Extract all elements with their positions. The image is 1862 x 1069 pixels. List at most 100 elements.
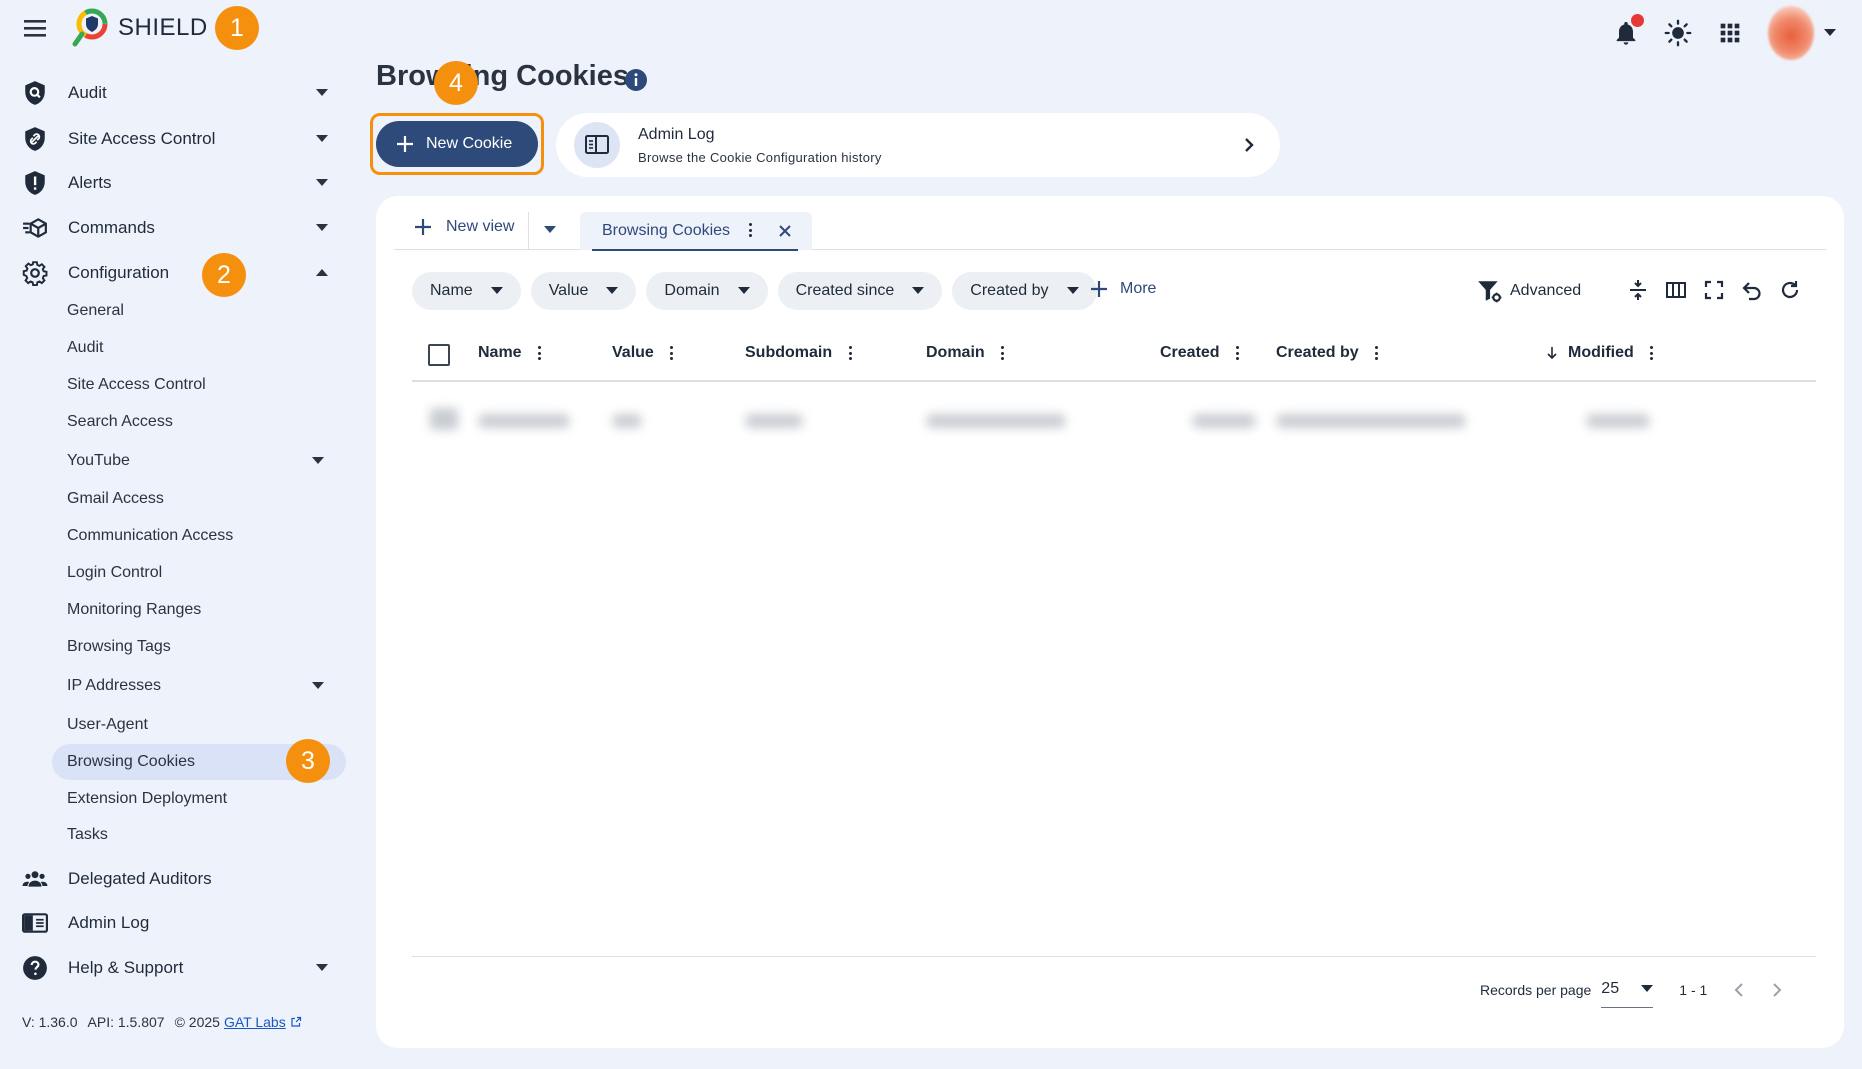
sidebar-sub-extension-deployment[interactable]: Extension Deployment <box>52 781 346 817</box>
sidebar-sub-youtube[interactable]: YouTube <box>52 443 346 479</box>
sidebar-item-site-access-control[interactable]: Site Access Control <box>22 120 340 158</box>
column-menu-icon[interactable] <box>848 346 852 360</box>
apps-grid-icon[interactable] <box>1716 19 1744 47</box>
filter-settings-icon <box>1478 281 1502 303</box>
column-menu-icon[interactable] <box>538 346 542 360</box>
fullscreen-icon[interactable] <box>1702 278 1726 302</box>
column-name[interactable]: Name <box>478 344 542 362</box>
theme-sun-icon[interactable] <box>1664 19 1692 47</box>
column-menu-icon[interactable] <box>1001 346 1005 360</box>
admin-log-card[interactable]: Admin Log Browse the Cookie Configuratio… <box>556 113 1280 177</box>
people-icon <box>22 866 48 892</box>
column-value[interactable]: Value <box>612 344 674 362</box>
sidebar-sub-general[interactable]: General <box>52 293 346 329</box>
previous-page-icon[interactable] <box>1729 980 1749 1000</box>
alert-shield-icon <box>22 170 48 196</box>
blurred-cell <box>430 408 458 430</box>
column-menu-icon[interactable] <box>670 346 674 360</box>
sidebar-sub-user-agent[interactable]: User-Agent <box>52 707 346 743</box>
filter-name[interactable]: Name <box>412 272 521 310</box>
density-icon[interactable] <box>1626 278 1650 302</box>
sidebar-sub-browsing-tags[interactable]: Browsing Tags <box>52 629 346 665</box>
blurred-cell <box>926 414 1066 428</box>
plus-icon <box>415 219 431 235</box>
sidebar-item-admin-log[interactable]: Admin Log <box>22 904 340 942</box>
chevron-down-icon <box>316 89 328 96</box>
next-page-icon[interactable] <box>1767 980 1787 1000</box>
new-cookie-button[interactable]: New Cookie <box>376 121 538 167</box>
table-footer-divider <box>412 956 1816 957</box>
sidebar-item-delegated-auditors[interactable]: Delegated Auditors <box>22 860 340 898</box>
columns-icon[interactable] <box>1664 278 1688 302</box>
column-modified[interactable]: Modified <box>1546 344 1654 362</box>
sidebar-sub-label: IP Addresses <box>67 677 161 694</box>
new-view-button[interactable]: New view <box>414 218 514 236</box>
notification-dot <box>1631 14 1644 27</box>
column-menu-icon[interactable] <box>1236 346 1240 360</box>
sidebar-sub-login-control[interactable]: Login Control <box>52 555 346 591</box>
audit-shield-icon <box>22 80 48 106</box>
chevron-down-icon <box>312 682 324 689</box>
page-range: 1 - 1 <box>1679 982 1708 998</box>
sidebar-sub-search-access[interactable]: Search Access <box>52 404 346 440</box>
step-badge: 2 <box>202 253 246 297</box>
shield-logo-icon <box>72 8 108 48</box>
sidebar-item-audit[interactable]: Audit <box>22 74 340 112</box>
hamburger-menu-icon[interactable] <box>22 17 48 39</box>
filter-value[interactable]: Value <box>530 272 637 310</box>
filter-created-by[interactable]: Created by <box>952 272 1097 310</box>
filter-created-since[interactable]: Created since <box>777 272 943 310</box>
help-icon <box>22 955 48 981</box>
sidebar-item-commands[interactable]: Commands <box>22 209 340 247</box>
avatar[interactable] <box>1768 6 1814 60</box>
column-domain[interactable]: Domain <box>926 344 1005 362</box>
filter-row: Name Value Domain Created since Created … <box>412 272 1097 310</box>
records-per-page-label: Records per page <box>1480 982 1592 998</box>
tab-more-icon[interactable] <box>748 223 752 237</box>
column-created[interactable]: Created <box>1160 344 1240 362</box>
api-version-text: API: 1.5.807 <box>87 1014 165 1030</box>
close-icon[interactable] <box>778 224 792 238</box>
view-tabs: New view Browsing Cookies <box>394 212 1826 251</box>
chevron-down-icon <box>1824 29 1836 36</box>
sidebar-sub-audit[interactable]: Audit <box>52 330 346 366</box>
sidebar-sub-monitoring-ranges[interactable]: Monitoring Ranges <box>52 592 346 628</box>
more-filters-button[interactable]: More <box>1090 280 1156 298</box>
cookies-panel: New view Browsing Cookies Name Value Dom… <box>376 196 1844 1048</box>
column-subdomain[interactable]: Subdomain <box>745 344 852 362</box>
brand[interactable]: SHIELD <box>72 8 208 48</box>
sidebar-item-help-support[interactable]: Help & Support <box>22 949 340 987</box>
filter-domain[interactable]: Domain <box>646 272 768 310</box>
admin-log-subtitle: Browse the Cookie Configuration history <box>638 149 882 165</box>
sidebar-sub-ip-addresses[interactable]: IP Addresses <box>52 668 346 704</box>
table-header: Name Value Subdomain Domain Created Crea… <box>412 324 1816 382</box>
pagination: Records per page 25 1 - 1 <box>1480 972 1787 1008</box>
column-menu-icon[interactable] <box>1650 346 1654 360</box>
sidebar-sub-site-access-control[interactable]: Site Access Control <box>52 367 346 403</box>
select-all-checkbox[interactable] <box>428 344 450 366</box>
column-menu-icon[interactable] <box>1375 346 1379 360</box>
info-icon[interactable] <box>624 68 648 92</box>
gat-labs-link[interactable]: GAT Labs <box>224 1014 286 1030</box>
records-per-page-select[interactable]: 25 <box>1601 972 1654 1008</box>
table-row[interactable] <box>412 392 1816 452</box>
new-view-label: New view <box>446 218 515 235</box>
tab-divider <box>528 212 529 250</box>
sidebar-sub-tasks[interactable]: Tasks <box>52 817 346 853</box>
column-created-by[interactable]: Created by <box>1276 344 1379 362</box>
copyright-text: © 2025 <box>174 1014 220 1030</box>
advanced-filter-button[interactable]: Advanced <box>1476 278 1581 304</box>
views-dropdown-icon[interactable] <box>544 226 556 234</box>
sidebar-sub-communication-access[interactable]: Communication Access <box>52 518 346 554</box>
sidebar-sub-gmail-access[interactable]: Gmail Access <box>52 481 346 517</box>
sidebar-item-alerts[interactable]: Alerts <box>22 164 340 202</box>
sort-arrow-down-icon[interactable] <box>1546 346 1558 360</box>
undo-icon[interactable] <box>1740 278 1764 302</box>
sidebar-item-configuration[interactable]: Configuration <box>22 254 340 292</box>
refresh-icon[interactable] <box>1778 278 1802 302</box>
step-badge: 4 <box>434 61 478 105</box>
account-menu[interactable] <box>1768 6 1836 60</box>
version-footer: V: 1.36.0 API: 1.5.807 © 2025 GAT Labs <box>22 1014 302 1030</box>
notifications-bell-icon[interactable] <box>1612 14 1644 47</box>
tab-browsing-cookies[interactable]: Browsing Cookies <box>580 212 812 251</box>
